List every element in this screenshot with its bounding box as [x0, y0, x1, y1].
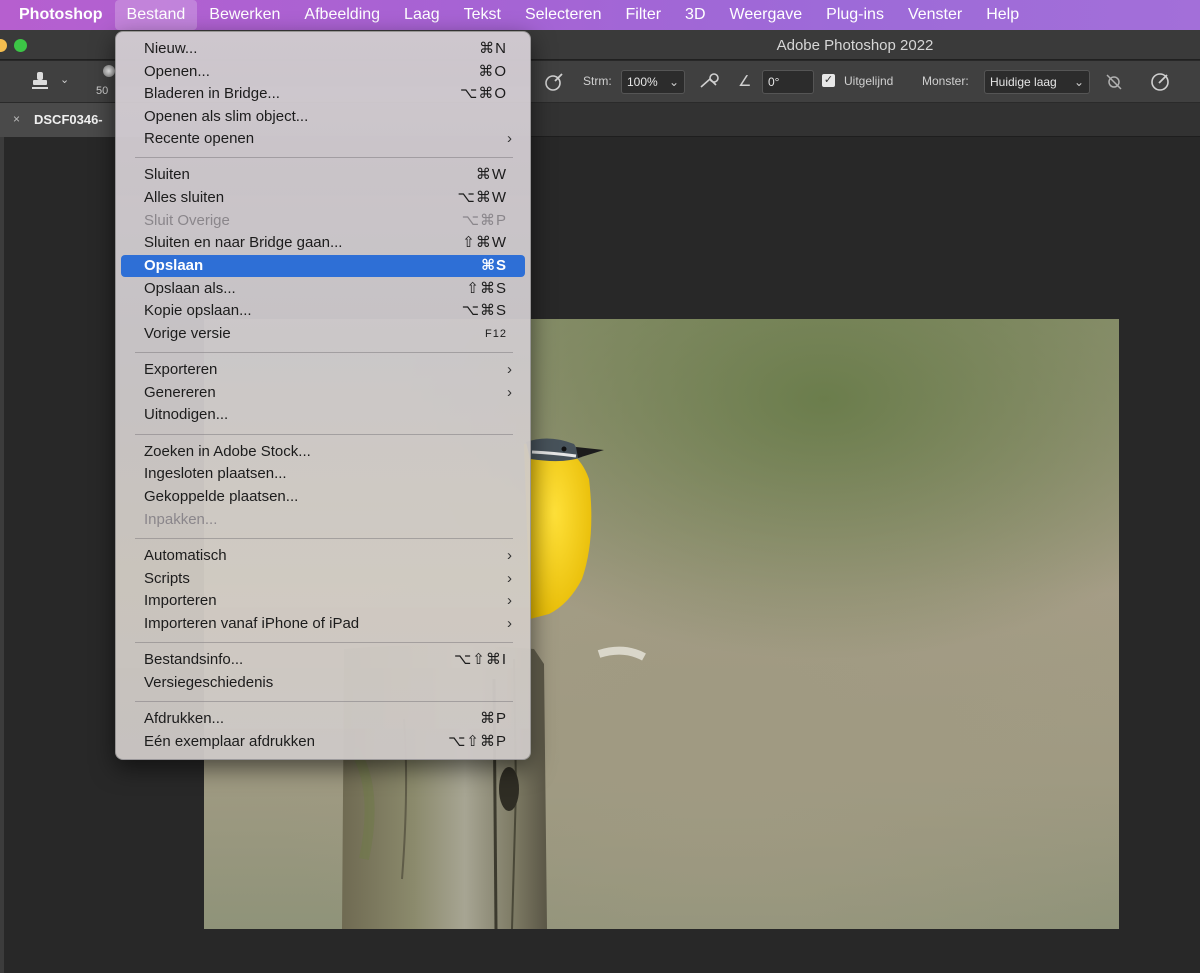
sample-label: Monster: [922, 74, 969, 88]
menu-item-kopie-opslaan[interactable]: Kopie opslaan... ⌥⌘S [121, 300, 525, 322]
menu-filter[interactable]: Filter [613, 0, 673, 30]
chevron-right-icon: › [507, 547, 512, 564]
toolbar-edge [0, 137, 4, 973]
chevron-right-icon: › [507, 592, 512, 609]
zoom-button[interactable] [14, 39, 27, 52]
chevron-down-icon[interactable]: ⌄ [60, 73, 69, 86]
airbrush-icon[interactable] [698, 71, 722, 93]
sample-select[interactable]: Huidige laag ⌄ [984, 70, 1090, 94]
flow-value: 100% [627, 75, 658, 89]
menu-afbeelding[interactable]: Afbeelding [292, 0, 392, 30]
menu-bewerken[interactable]: Bewerken [197, 0, 292, 30]
sample-value: Huidige laag [990, 75, 1057, 89]
menu-item-uitnodigen[interactable]: Uitnodigen... [121, 404, 525, 426]
menu-item-sluiten-naar-bridge[interactable]: Sluiten en naar Bridge gaan... ⇧⌘W [121, 232, 525, 254]
menu-separator [135, 157, 513, 158]
menu-separator [135, 701, 513, 702]
menu-item-ingesloten-plaatsen[interactable]: Ingesloten plaatsen... [121, 463, 525, 485]
menu-photoshop[interactable]: Photoshop [0, 0, 115, 30]
minimize-button[interactable] [0, 39, 7, 52]
menu-item-bladeren-in-bridge[interactable]: Bladeren in Bridge... ⌥⌘O [121, 83, 525, 105]
file-menu: Nieuw... ⌘N Openen... ⌘O Bladeren in Bri… [115, 31, 531, 760]
menu-item-een-exemplaar-afdrukken[interactable]: Eén exemplaar afdrukken ⌥⇧⌘P [121, 731, 525, 753]
menu-separator [135, 642, 513, 643]
menu-item-bestandsinfo[interactable]: Bestandsinfo... ⌥⇧⌘I [121, 649, 525, 671]
aligned-checkbox[interactable]: ✓ [822, 74, 835, 87]
menu-item-exporteren[interactable]: Exporteren › [121, 359, 525, 381]
menu-weergave[interactable]: Weergave [718, 0, 815, 30]
pressure-opacity-icon[interactable] [543, 71, 565, 93]
menu-bestand[interactable]: Bestand [114, 0, 198, 30]
menubar: Photoshop Bestand Bewerken Afbeelding La… [0, 0, 1200, 30]
chevron-right-icon: › [507, 384, 512, 401]
menu-item-openen[interactable]: Openen... ⌘O [121, 61, 525, 83]
ignore-adjustment-icon[interactable] [1104, 72, 1124, 92]
menu-separator [135, 538, 513, 539]
chevron-down-icon: ⌄ [1073, 75, 1084, 89]
angle-input[interactable]: 0° [762, 70, 814, 94]
pressure-size-icon[interactable] [1149, 71, 1171, 93]
menu-item-opslaan-als[interactable]: Opslaan als... ⇧⌘S [121, 278, 525, 300]
angle-icon: ∠ [738, 73, 752, 90]
menu-item-alles-sluiten[interactable]: Alles sluiten ⌥⌘W [121, 187, 525, 209]
brush-size-value: 50 [96, 85, 109, 97]
menu-separator [135, 434, 513, 435]
menu-item-scripts[interactable]: Scripts › [121, 568, 525, 590]
menu-plug-ins[interactable]: Plug-ins [814, 0, 896, 30]
window-title: Adobe Photoshop 2022 [776, 37, 934, 54]
menu-selecteren[interactable]: Selecteren [513, 0, 614, 30]
chevron-right-icon: › [507, 361, 512, 378]
chevron-right-icon: › [507, 615, 512, 632]
menu-item-versiegeschiedenis[interactable]: Versiegeschiedenis [121, 672, 525, 694]
menu-item-gekoppelde-plaatsen[interactable]: Gekoppelde plaatsen... [121, 486, 525, 508]
menu-item-afdrukken[interactable]: Afdrukken... ⌘P [121, 708, 525, 730]
document-tab-name: DSCF0346- [34, 112, 103, 127]
menu-laag[interactable]: Laag [392, 0, 452, 30]
menu-item-automatisch[interactable]: Automatisch › [121, 545, 525, 567]
menu-tekst[interactable]: Tekst [452, 0, 513, 30]
brush-preview-icon[interactable] [103, 65, 115, 77]
menu-item-sluiten[interactable]: Sluiten ⌘W [121, 164, 525, 186]
menu-separator [135, 352, 513, 353]
chevron-right-icon: › [507, 130, 512, 147]
menu-item-vorige-versie[interactable]: Vorige versie F12 [121, 323, 525, 345]
aligned-label: Uitgelijnd [844, 74, 894, 88]
menu-venster[interactable]: Venster [896, 0, 974, 30]
menu-item-nieuw[interactable]: Nieuw... ⌘N [121, 38, 525, 60]
flow-input[interactable]: 100% ⌄ [621, 70, 685, 94]
chevron-down-icon: ⌄ [668, 75, 679, 89]
menu-item-importeren[interactable]: Importeren › [121, 590, 525, 612]
menu-item-genereren[interactable]: Genereren › [121, 382, 525, 404]
flow-label: Strm: [583, 74, 612, 88]
menu-3d[interactable]: 3D [673, 0, 717, 30]
menu-item-inpakken: Inpakken... [144, 511, 218, 528]
menu-item-zoeken-in-adobe-stock[interactable]: Zoeken in Adobe Stock... [121, 441, 525, 463]
menu-item-sluit-overige: Sluit Overige ⌥⌘P [144, 212, 507, 229]
menu-item-opslaan[interactable]: Opslaan ⌘S [121, 255, 525, 277]
menu-item-openen-als-slim-object[interactable]: Openen als slim object... [121, 106, 525, 128]
menu-item-recente-openen[interactable]: Recente openen › [121, 128, 525, 150]
menu-item-importeren-iphone-ipad[interactable]: Importeren vanaf iPhone of iPad › [121, 613, 525, 635]
close-tab-icon[interactable]: × [13, 112, 20, 126]
menu-help[interactable]: Help [974, 0, 1031, 30]
chevron-right-icon: › [507, 570, 512, 587]
stamp-icon[interactable] [29, 70, 51, 92]
photoshop-screen: Photoshop Bestand Bewerken Afbeelding La… [0, 0, 1200, 973]
